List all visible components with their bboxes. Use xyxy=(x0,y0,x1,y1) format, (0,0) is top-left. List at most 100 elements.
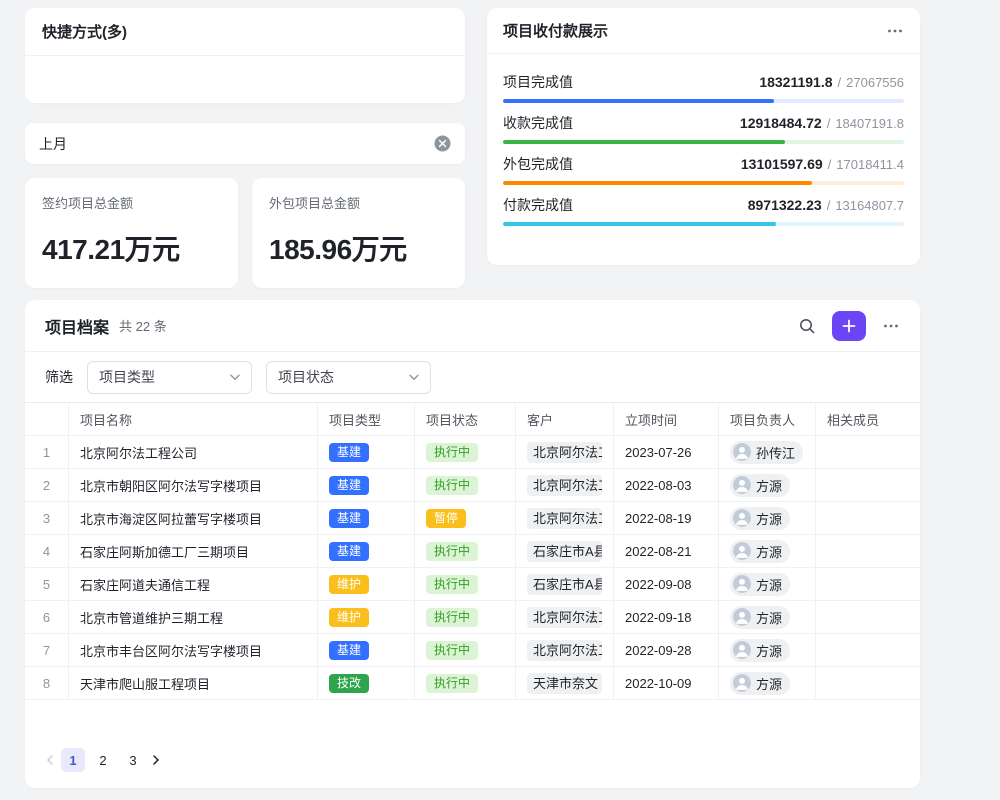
start-date-cell[interactable]: 2022-10-09 xyxy=(614,667,719,699)
project-type-tag: 维护 xyxy=(329,608,369,627)
page-button-2[interactable]: 2 xyxy=(91,748,115,772)
customer-cell[interactable]: 北京阿尔法工程 xyxy=(516,469,614,501)
filter-project-type-dropdown[interactable]: 项目类型 xyxy=(87,361,252,394)
project-type-cell[interactable]: 维护 xyxy=(318,568,415,600)
stat-card-outsource-amount: 外包项目总金额 185.96万元 xyxy=(252,178,465,288)
customer-cell[interactable]: 石家庄市A县 xyxy=(516,568,614,600)
project-type-cell[interactable]: 基建 xyxy=(318,634,415,666)
table-row[interactable]: 1 北京阿尔法工程公司 基建 执行中 北京阿尔法工程 2023-07-26 孙传… xyxy=(25,436,920,469)
next-page-icon[interactable] xyxy=(151,754,161,766)
column-header-type[interactable]: 项目类型 xyxy=(318,403,415,435)
table-row[interactable]: 5 石家庄阿道夫通信工程 维护 执行中 石家庄市A县 2022-09-08 方源 xyxy=(25,568,920,601)
clear-filter-icon[interactable] xyxy=(434,135,451,152)
owner-cell[interactable]: 方源 xyxy=(719,667,816,699)
members-cell[interactable] xyxy=(816,568,920,600)
owner-cell[interactable]: 孙传江 xyxy=(719,436,816,468)
members-cell[interactable] xyxy=(816,502,920,534)
table-row[interactable]: 2 北京市朝阳区阿尔法写字楼项目 基建 执行中 北京阿尔法工程 2022-08-… xyxy=(25,469,920,502)
table-row[interactable]: 4 石家庄阿斯加德工厂三期项目 基建 执行中 石家庄市A县 2022-08-21… xyxy=(25,535,920,568)
column-header-date[interactable]: 立项时间 xyxy=(614,403,719,435)
project-type-cell[interactable]: 基建 xyxy=(318,436,415,468)
customer-tag: 北京阿尔法工程 xyxy=(527,508,602,529)
members-cell[interactable] xyxy=(816,535,920,567)
date-filter-bar[interactable]: 上月 xyxy=(25,123,465,164)
table-row[interactable]: 8 天津市爬山服工程项目 技改 执行中 天津市奈文 2022-10-09 方源 xyxy=(25,667,920,700)
page-button-3[interactable]: 3 xyxy=(121,748,145,772)
project-name-cell[interactable]: 北京市丰台区阿尔法写字楼项目 xyxy=(68,634,318,666)
project-type-tag: 基建 xyxy=(329,509,369,528)
owner-cell[interactable]: 方源 xyxy=(719,634,816,666)
project-type-cell[interactable]: 技改 xyxy=(318,667,415,699)
archive-title: 项目档案 xyxy=(45,314,109,338)
members-cell[interactable] xyxy=(816,436,920,468)
project-type-cell[interactable]: 基建 xyxy=(318,502,415,534)
project-type-cell[interactable]: 基建 xyxy=(318,535,415,567)
customer-cell[interactable]: 北京阿尔法工程 xyxy=(516,601,614,633)
customer-tag: 石家庄市A县 xyxy=(527,541,602,562)
owner-cell[interactable]: 方源 xyxy=(719,601,816,633)
table-row[interactable]: 6 北京市管道维护三期工程 维护 执行中 北京阿尔法工程 2022-09-18 … xyxy=(25,601,920,634)
customer-cell[interactable]: 石家庄市A县 xyxy=(516,535,614,567)
project-status-cell[interactable]: 执行中 xyxy=(415,436,516,468)
project-status-cell[interactable]: 执行中 xyxy=(415,568,516,600)
owner-cell[interactable]: 方源 xyxy=(719,469,816,501)
owner-cell[interactable]: 方源 xyxy=(719,502,816,534)
start-date-cell[interactable]: 2022-09-08 xyxy=(614,568,719,600)
project-name-cell[interactable]: 石家庄阿道夫通信工程 xyxy=(68,568,318,600)
progress-fill xyxy=(503,140,785,144)
record-count: 共 22 条 xyxy=(119,316,167,335)
customer-cell[interactable]: 天津市奈文 xyxy=(516,667,614,699)
table-row[interactable]: 3 北京市海淀区阿拉蕾写字楼项目 基建 暂停 北京阿尔法工程 2022-08-1… xyxy=(25,502,920,535)
filter-project-status-dropdown[interactable]: 项目状态 xyxy=(266,361,431,394)
project-name-cell[interactable]: 北京阿尔法工程公司 xyxy=(68,436,318,468)
project-type-cell[interactable]: 基建 xyxy=(318,469,415,501)
owner-cell[interactable]: 方源 xyxy=(719,535,816,567)
metric-separator: / xyxy=(828,157,832,172)
project-status-cell[interactable]: 暂停 xyxy=(415,502,516,534)
project-status-cell[interactable]: 执行中 xyxy=(415,667,516,699)
start-date-cell[interactable]: 2022-08-21 xyxy=(614,535,719,567)
project-name-cell[interactable]: 天津市爬山服工程项目 xyxy=(68,667,318,699)
project-name-cell[interactable]: 北京市海淀区阿拉蕾写字楼项目 xyxy=(68,502,318,534)
start-date-cell[interactable]: 2022-09-18 xyxy=(614,601,719,633)
add-record-button[interactable] xyxy=(832,311,866,341)
column-header-customer[interactable]: 客户 xyxy=(516,403,614,435)
table-row[interactable]: 7 北京市丰台区阿尔法写字楼项目 基建 执行中 北京阿尔法工程 2022-09-… xyxy=(25,634,920,667)
more-icon[interactable] xyxy=(886,22,904,40)
column-header-status[interactable]: 项目状态 xyxy=(415,403,516,435)
row-index: 5 xyxy=(25,568,68,600)
page-button-1[interactable]: 1 xyxy=(61,748,85,772)
search-icon[interactable] xyxy=(798,317,816,335)
owner-tag: 方源 xyxy=(730,507,790,530)
column-header-members[interactable]: 相关成员 xyxy=(816,403,920,435)
project-status-cell[interactable]: 执行中 xyxy=(415,601,516,633)
start-date-cell[interactable]: 2023-07-26 xyxy=(614,436,719,468)
customer-cell[interactable]: 北京阿尔法工程 xyxy=(516,502,614,534)
project-name-cell[interactable]: 北京市管道维护三期工程 xyxy=(68,601,318,633)
owner-tag: 方源 xyxy=(730,672,790,695)
stat-card-signed-amount: 签约项目总金额 417.21万元 xyxy=(25,178,238,288)
column-header-name[interactable]: 项目名称 xyxy=(68,403,318,435)
avatar xyxy=(733,674,751,692)
prev-page-icon[interactable] xyxy=(45,754,55,766)
project-status-cell[interactable]: 执行中 xyxy=(415,634,516,666)
start-date-cell[interactable]: 2022-09-28 xyxy=(614,634,719,666)
start-date-cell[interactable]: 2022-08-03 xyxy=(614,469,719,501)
members-cell[interactable] xyxy=(816,667,920,699)
members-cell[interactable] xyxy=(816,469,920,501)
project-status-cell[interactable]: 执行中 xyxy=(415,535,516,567)
project-type-cell[interactable]: 维护 xyxy=(318,601,415,633)
start-date-cell[interactable]: 2022-08-19 xyxy=(614,502,719,534)
project-status-tag: 执行中 xyxy=(426,608,478,627)
members-cell[interactable] xyxy=(816,634,920,666)
members-cell[interactable] xyxy=(816,601,920,633)
project-name-cell[interactable]: 北京市朝阳区阿尔法写字楼项目 xyxy=(68,469,318,501)
customer-cell[interactable]: 北京阿尔法工程 xyxy=(516,436,614,468)
progress-fill xyxy=(503,99,774,103)
column-header-owner[interactable]: 项目负责人 xyxy=(719,403,816,435)
owner-cell[interactable]: 方源 xyxy=(719,568,816,600)
more-icon[interactable] xyxy=(882,317,900,335)
project-status-cell[interactable]: 执行中 xyxy=(415,469,516,501)
project-name-cell[interactable]: 石家庄阿斯加德工厂三期项目 xyxy=(68,535,318,567)
customer-cell[interactable]: 北京阿尔法工程 xyxy=(516,634,614,666)
